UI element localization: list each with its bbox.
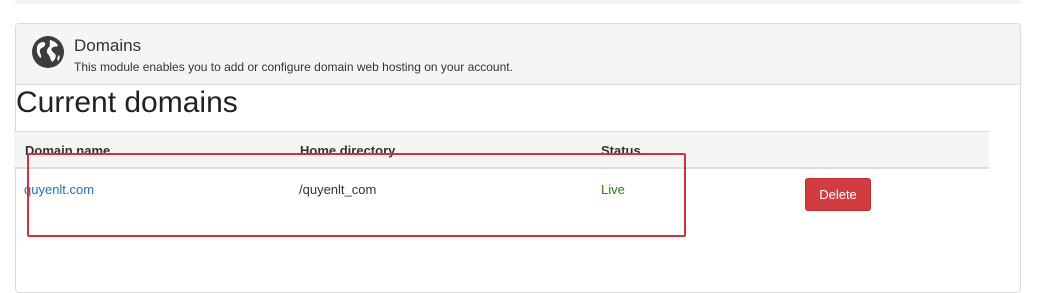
status-badge: Live — [601, 182, 625, 197]
table-row: quyenlt.com /quyenlt_com Live Delete — [14, 169, 989, 215]
column-header-domain-name: Domain name — [25, 143, 111, 158]
module-header: Domains This module enables you to add o… — [16, 24, 1020, 85]
page-title: Current domains — [16, 86, 238, 119]
domain-link[interactable]: quyenlt.com — [24, 182, 94, 197]
delete-button[interactable]: Delete — [805, 178, 871, 211]
table-header-row: Domain name Home directory Status — [14, 131, 989, 169]
domains-table: Domain name Home directory Status quyenl… — [14, 131, 989, 215]
home-directory-value: /quyenlt_com — [299, 182, 377, 197]
top-divider — [15, 0, 1021, 4]
module-description: This module enables you to add or config… — [74, 60, 513, 74]
globe-icon — [32, 36, 64, 68]
column-header-status: Status — [601, 143, 641, 158]
column-header-home-directory: Home directory — [300, 143, 396, 158]
module-title: Domains — [74, 36, 142, 55]
